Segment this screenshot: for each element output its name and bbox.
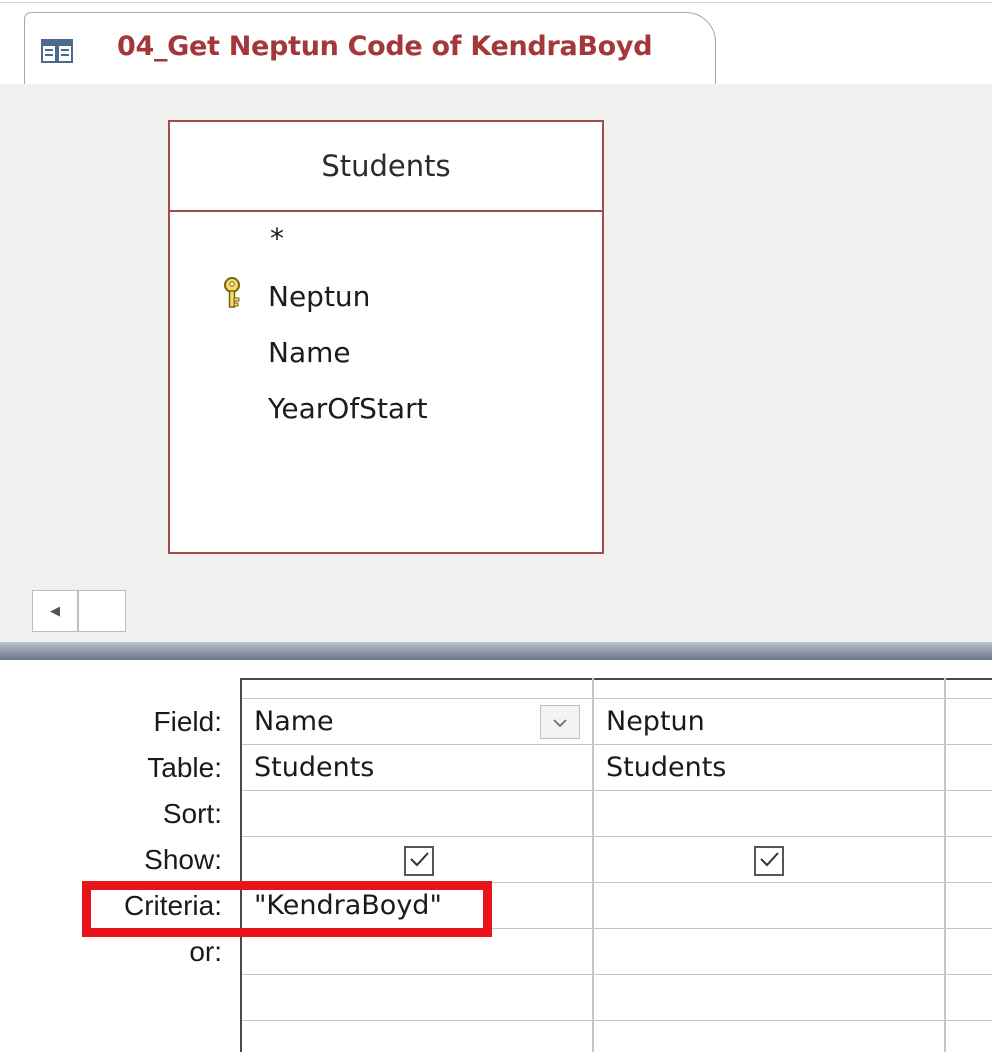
row-label-table: Table: — [147, 752, 222, 783]
checkmark-icon — [408, 850, 430, 872]
primary-key-icon — [220, 276, 244, 310]
criteria-highlight-box — [82, 881, 492, 937]
grid-column-divider — [944, 678, 946, 1052]
scrollbar-thumb[interactable] — [78, 590, 126, 632]
query-tab[interactable]: 04_Get Neptun Code of KendraBoyd — [24, 12, 716, 85]
scroll-left-arrow-icon[interactable]: ◀ — [32, 590, 78, 632]
pane-splitter[interactable] — [0, 642, 992, 660]
row-label-show: Show: — [144, 844, 222, 875]
query-design-pane: Students * Neptun Name YearOfStart — [0, 84, 992, 584]
chevron-down-icon — [552, 713, 568, 732]
grid-row-divider — [242, 974, 992, 975]
grid-row-divider — [242, 790, 992, 791]
grid-cell-field-col1[interactable]: Name — [254, 706, 334, 737]
query-design-grid: Field: Table: Sort: Show: Criteria: or: … — [0, 660, 992, 1052]
grid-cell-table-col1[interactable]: Students — [254, 752, 374, 783]
row-label-or: or: — [189, 936, 222, 967]
field-dropdown-button[interactable] — [540, 705, 580, 739]
field-list-item-neptun[interactable]: Neptun — [268, 280, 370, 313]
table-field-list-students[interactable]: Students * Neptun Name YearOfStart — [168, 120, 604, 554]
grid-cell-field-col2[interactable]: Neptun — [606, 706, 705, 737]
document-tab-strip: 04_Get Neptun Code of KendraBoyd — [0, 0, 992, 90]
grid-row-divider — [242, 836, 992, 837]
checkmark-icon — [758, 850, 780, 872]
grid-row-divider — [242, 1020, 992, 1021]
tab-title: 04_Get Neptun Code of KendraBoyd — [117, 31, 653, 62]
show-checkbox-col1[interactable] — [404, 846, 434, 876]
design-pane-scrollbar[interactable]: ◀ — [0, 584, 992, 642]
field-list-item-yearofstart[interactable]: YearOfStart — [268, 392, 428, 425]
grid-cell-table-col2[interactable]: Students — [606, 752, 726, 783]
show-checkbox-col2[interactable] — [754, 846, 784, 876]
grid-row-divider — [242, 744, 992, 745]
field-list-item-name[interactable]: Name — [268, 336, 351, 369]
row-label-sort: Sort: — [162, 798, 222, 829]
grid-column-divider — [592, 678, 594, 1052]
grid-left-border — [240, 678, 242, 1052]
query-icon — [41, 37, 73, 65]
table-field-list-title[interactable]: Students — [170, 122, 602, 212]
grid-row-divider — [242, 698, 992, 699]
grid-top-border — [240, 678, 992, 680]
tab-strip-border — [0, 2, 992, 3]
row-label-field: Field: — [153, 706, 222, 737]
field-list-item-all[interactable]: * — [270, 222, 284, 255]
